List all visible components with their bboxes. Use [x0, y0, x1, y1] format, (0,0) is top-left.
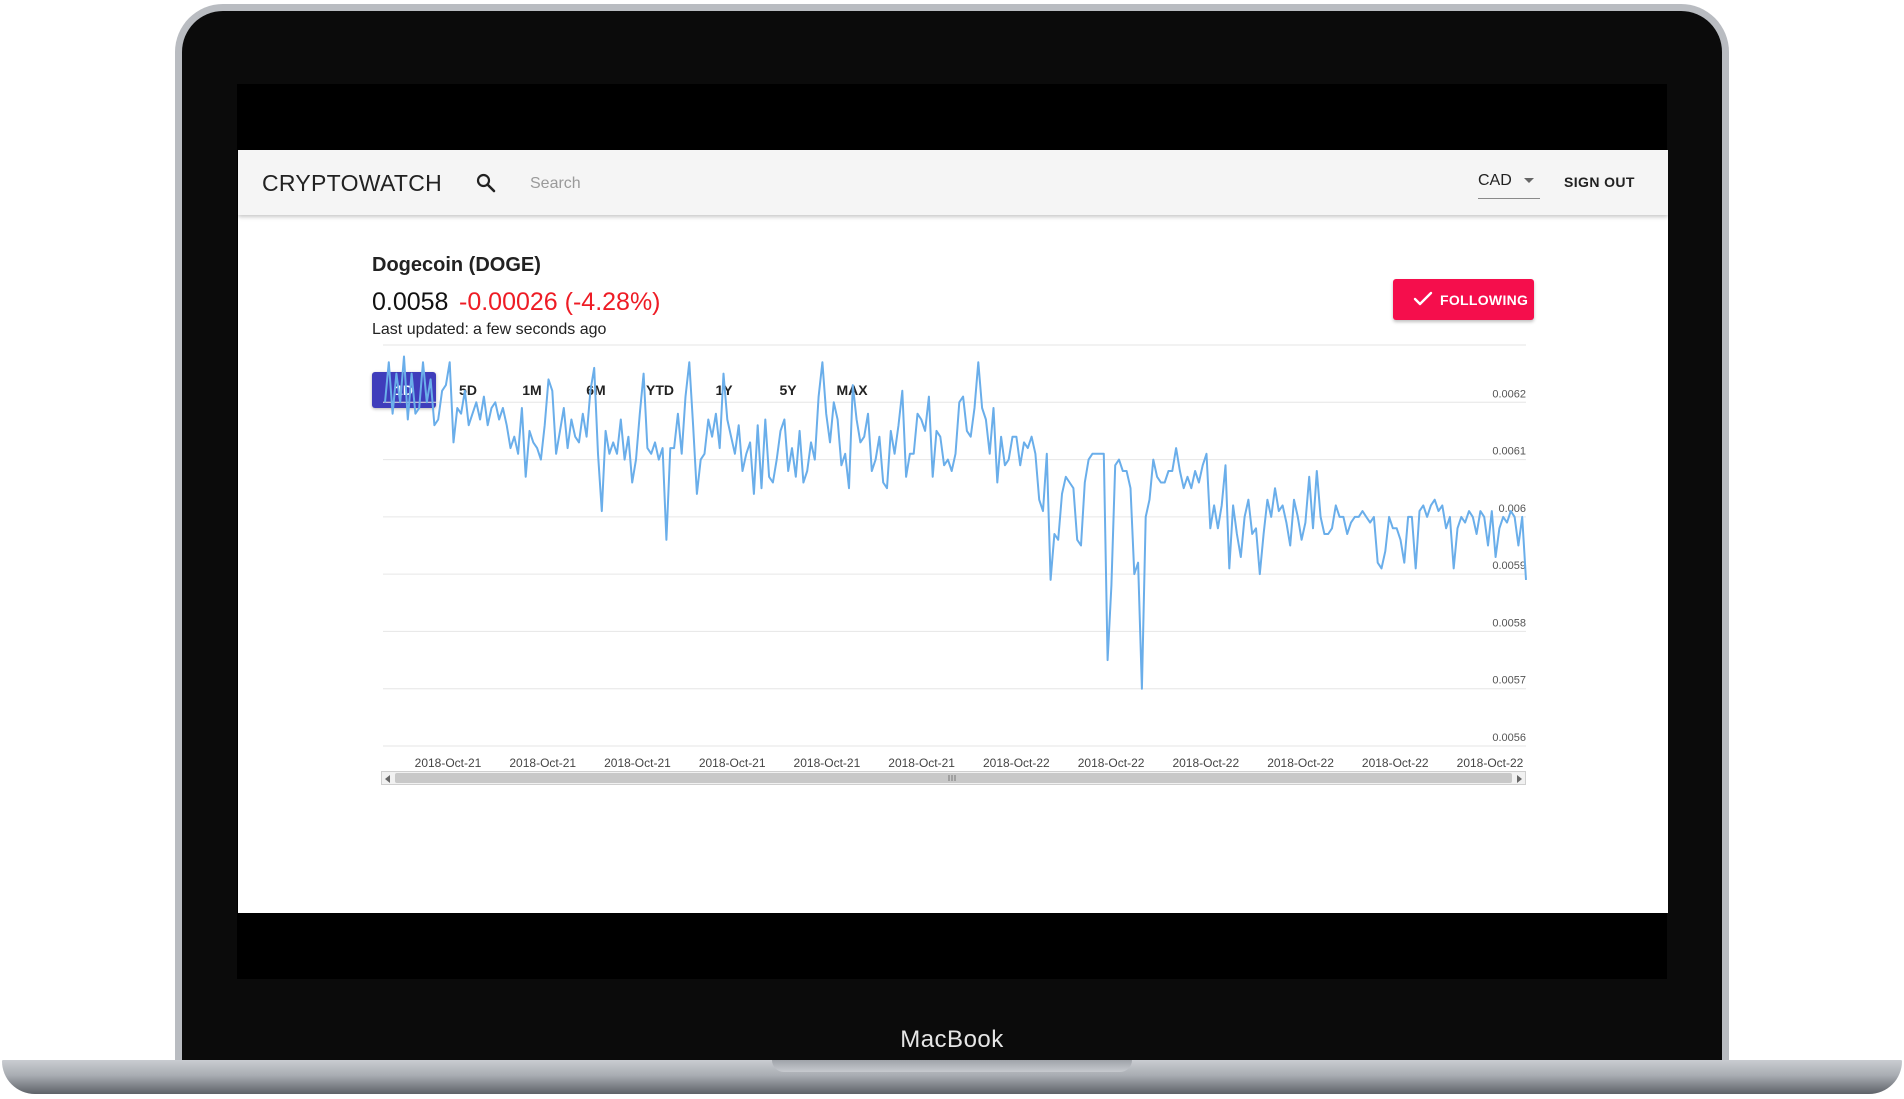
range-tab-ytd[interactable]: YTD [628, 372, 692, 408]
y-tick-label: 0.0062 [1492, 388, 1526, 400]
currency-select[interactable]: CAD [1478, 164, 1540, 199]
y-tick-label: 0.0056 [1492, 732, 1526, 744]
brand-title[interactable]: CRYPTOWATCH [262, 170, 442, 197]
range-tab-5d[interactable]: 5D [436, 372, 500, 408]
chart-y-axis: 0.0062 0.0061 0.006 0.0059 0.0058 0.0057 0.005… [1492, 388, 1526, 744]
coin-price: 0.0058 [372, 288, 449, 316]
coin-title: Dogecoin (DOGE) [372, 254, 541, 276]
price-change: -0.00026 (-4.28%) [459, 288, 661, 316]
last-updated: Last updated: a few seconds ago [372, 321, 606, 339]
range-tab-6m[interactable]: 6M [564, 372, 628, 408]
y-tick-label: 0.0059 [1492, 560, 1526, 572]
x-tick-label: 2018-Oct-21 [699, 756, 766, 770]
scroll-right-arrow-icon[interactable] [1517, 775, 1522, 783]
chevron-down-icon [1524, 178, 1534, 183]
sign-out-button[interactable]: SIGN OUT [1564, 174, 1635, 190]
range-tab-1y[interactable]: 1Y [692, 372, 756, 408]
range-tab-5y[interactable]: 5Y [756, 372, 820, 408]
y-tick-label: 0.006 [1498, 503, 1526, 515]
scroll-thumb[interactable] [395, 773, 1512, 783]
x-tick-label: 2018-Oct-21 [604, 756, 671, 770]
chart-range-scrollbar[interactable] [381, 771, 1526, 785]
chart-x-axis: 2018-Oct-21 2018-Oct-21 2018-Oct-21 2018-Oc… [415, 756, 1524, 770]
scroll-left-arrow-icon[interactable] [385, 775, 390, 783]
x-tick-label: 2018-Oct-21 [509, 756, 576, 770]
range-tab-1d[interactable]: 1D [372, 372, 436, 408]
last-updated-value: a few seconds ago [472, 321, 607, 338]
following-button-label: FOLLOWING [1440, 292, 1529, 308]
laptop-base-notch [772, 1060, 1132, 1072]
range-tab-max[interactable]: MAX [820, 372, 884, 408]
y-tick-label: 0.0057 [1492, 675, 1526, 687]
x-tick-label: 2018-Oct-22 [983, 756, 1050, 770]
x-tick-label: 2018-Oct-22 [1457, 756, 1524, 770]
x-tick-label: 2018-Oct-22 [1362, 756, 1429, 770]
currency-value: CAD [1478, 172, 1512, 189]
search-icon[interactable] [474, 171, 498, 195]
x-tick-label: 2018-Oct-21 [415, 756, 482, 770]
app-viewport: CRYPTOWATCH CAD SIGN OUT Dogecoin (DOGE)… [238, 150, 1668, 913]
check-icon [1413, 291, 1433, 306]
top-app-bar: CRYPTOWATCH CAD SIGN OUT [238, 150, 1668, 215]
x-tick-label: 2018-Oct-22 [1078, 756, 1145, 770]
y-tick-label: 0.0061 [1492, 446, 1526, 458]
x-tick-label: 2018-Oct-22 [1267, 756, 1334, 770]
x-tick-label: 2018-Oct-22 [1172, 756, 1239, 770]
x-tick-label: 2018-Oct-21 [888, 756, 955, 770]
following-button[interactable]: FOLLOWING [1393, 279, 1534, 320]
search-input[interactable] [528, 168, 932, 200]
range-tab-1m[interactable]: 1M [500, 372, 564, 408]
y-tick-label: 0.0058 [1492, 617, 1526, 629]
last-updated-label: Last updated: [372, 321, 469, 338]
x-tick-label: 2018-Oct-21 [794, 756, 861, 770]
device-label: MacBook [900, 1026, 1004, 1053]
grip-icon [948, 775, 956, 781]
